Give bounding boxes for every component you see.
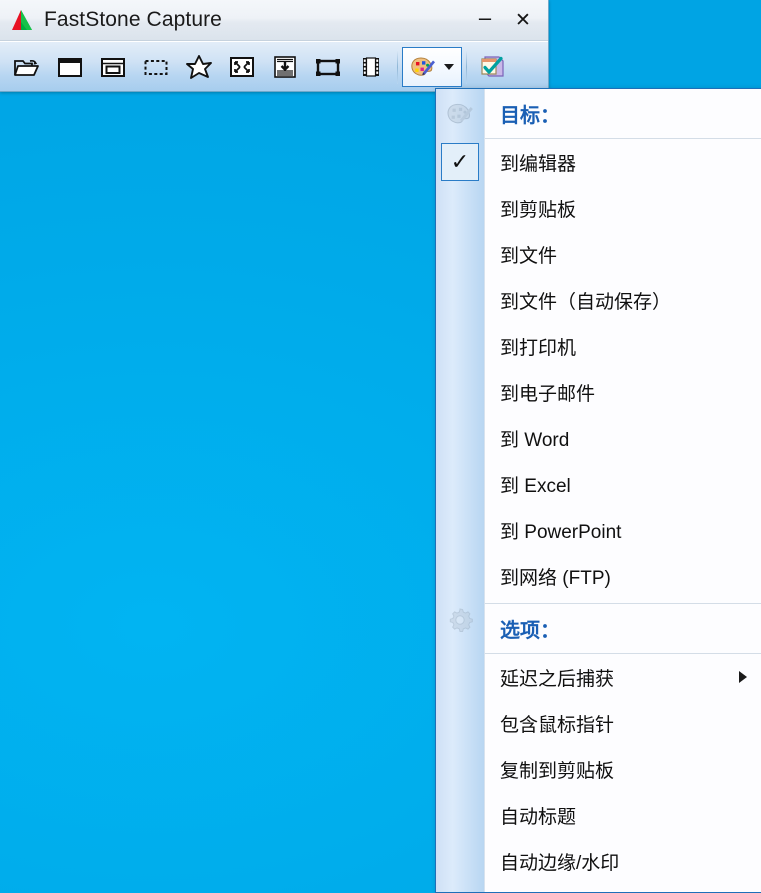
menu-item-label: 到打印机 — [500, 337, 577, 359]
menu-item-label: 包含鼠标指针 — [500, 714, 615, 736]
menu-item-label: 到 Excel — [500, 475, 571, 497]
menu-body: 目标： 到编辑器 到剪贴板 到文件 到文件（自动保存） 到打印机 到电子邮件 到… — [484, 89, 761, 892]
palette-pencil-icon — [411, 56, 435, 76]
open-file-button[interactable] — [6, 47, 47, 87]
menu-item-label: 到文件 — [500, 245, 558, 267]
menu-item-label: 到 PowerPoint — [500, 521, 622, 543]
capture-fullscreen-button[interactable] — [221, 47, 262, 87]
menu-item-label: 延迟之后捕获 — [500, 668, 615, 690]
submenu-arrow-icon — [739, 671, 747, 683]
output-destination-combo[interactable] — [402, 46, 462, 87]
selected-item-checkbox: ✓ — [441, 143, 479, 181]
menu-item-to-clipboard[interactable]: 到剪贴板 — [485, 185, 761, 231]
star-freehand-icon — [185, 54, 212, 79]
menu-item-label: 到文件（自动保存） — [500, 291, 672, 313]
menu-item-label: 到网络 (FTP) — [500, 567, 611, 589]
close-button[interactable]: ✕ — [504, 6, 542, 36]
film-strip-icon — [362, 56, 379, 77]
menu-item-include-cursor[interactable]: 包含鼠标指针 — [485, 700, 761, 746]
menu-item-label: 到 Word — [500, 429, 570, 451]
check-icon: ✓ — [450, 149, 470, 174]
menu-section-header-target: 目标： — [485, 89, 761, 139]
menu-item-to-excel[interactable]: 到 Excel — [485, 461, 761, 507]
menu-item-to-file-autosave[interactable]: 到文件（自动保存） — [485, 277, 761, 323]
menu-item-label: 自动边缘/水印 — [500, 852, 620, 874]
menu-item-to-printer[interactable]: 到打印机 — [485, 323, 761, 369]
dashed-rectangle-icon — [144, 59, 167, 75]
settings-button[interactable] — [471, 47, 512, 87]
capture-active-window-button[interactable] — [49, 47, 90, 87]
screen: FastStone Capture – ✕ ✓ 目标： 到编辑器 到剪贴板 到文… — [0, 0, 761, 893]
menu-item-label: 自动标题 — [500, 806, 577, 828]
capture-scrolling-window-button[interactable] — [264, 47, 305, 87]
menu-item-label: 到电子邮件 — [500, 383, 596, 405]
screen-recorder-button[interactable] — [350, 47, 391, 87]
chevron-down-icon — [444, 63, 454, 70]
toolbar-separator — [397, 49, 398, 84]
menu-gutter: ✓ — [436, 89, 484, 892]
menu-item-label: 复制到剪贴板 — [500, 760, 615, 782]
toolbar-separator-2 — [466, 49, 467, 84]
minimize-button[interactable]: – — [466, 3, 504, 39]
menu-item-to-email[interactable]: 到电子邮件 — [485, 369, 761, 415]
capture-fixed-region-button[interactable] — [307, 47, 348, 87]
scrolling-window-icon — [273, 55, 296, 78]
capture-rectangle-button[interactable] — [135, 47, 176, 87]
menu-item-to-powerpoint[interactable]: 到 PowerPoint — [485, 507, 761, 553]
palette-pencil-icon-slot — [405, 48, 441, 86]
menu-item-to-ftp[interactable]: 到网络 (FTP) — [485, 553, 761, 599]
menu-item-copy-to-clipboard[interactable]: 复制到剪贴板 — [485, 746, 761, 792]
menu-item-label: 到编辑器 — [500, 153, 577, 175]
menu-item-auto-edge-watermark[interactable]: 自动边缘/水印 — [485, 838, 761, 884]
menu-item-label: 到剪贴板 — [500, 199, 577, 221]
output-destination-menu: ✓ 目标： 到编辑器 到剪贴板 到文件 到文件（自动保存） 到打印机 到电子邮件… — [435, 88, 761, 893]
menu-section-header-options: 选项： — [485, 604, 761, 654]
open-folder-icon — [13, 59, 39, 76]
capture-freehand-button[interactable] — [178, 47, 219, 87]
menu-item-to-editor[interactable]: 到编辑器 — [485, 139, 761, 185]
menu-header-palette-icon — [443, 97, 477, 131]
menu-item-capture-after-delay[interactable]: 延迟之后捕获 — [485, 654, 761, 700]
window-controls: – ✕ — [466, 0, 542, 41]
menu-item-auto-caption[interactable]: 自动标题 — [485, 792, 761, 838]
faststone-capture-window: FastStone Capture – ✕ — [0, 0, 549, 92]
fixed-region-icon — [315, 58, 340, 76]
clipboard-check-icon — [480, 55, 504, 77]
capture-window-object-button[interactable] — [92, 47, 133, 87]
menu-header-gear-icon — [443, 603, 477, 637]
window-title: FastStone Capture — [44, 8, 222, 31]
faststone-logo-icon — [12, 10, 32, 30]
menu-item-to-file[interactable]: 到文件 — [485, 231, 761, 277]
window-icon — [57, 57, 82, 77]
menu-item-to-word[interactable]: 到 Word — [485, 415, 761, 461]
main-toolbar — [0, 41, 548, 91]
fullscreen-arrows-icon — [229, 56, 254, 77]
title-bar: FastStone Capture – ✕ — [0, 0, 548, 41]
window-object-icon — [100, 57, 125, 77]
